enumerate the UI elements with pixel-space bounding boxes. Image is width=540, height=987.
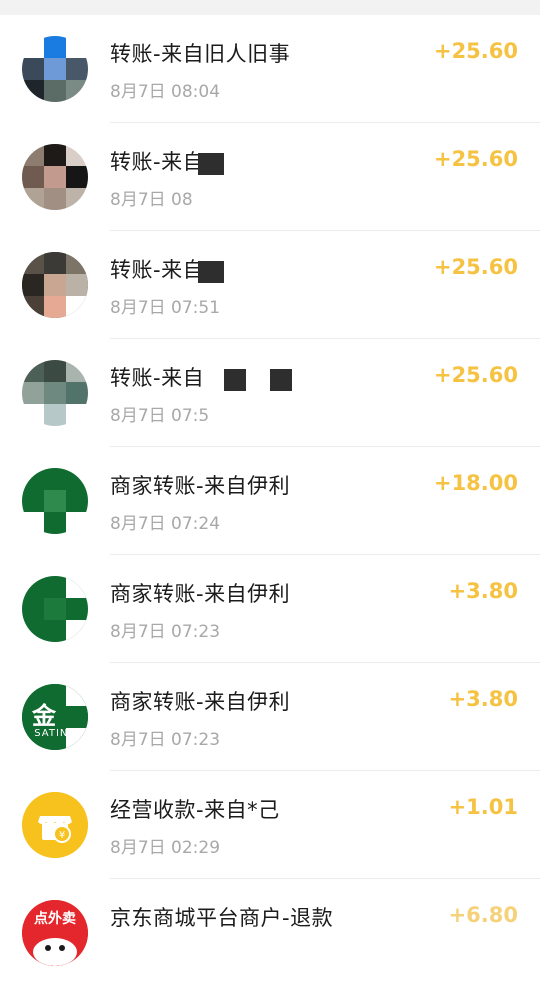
transaction-row[interactable]: 转账-来自 8月7日 08 +25.60	[0, 123, 540, 231]
transaction-row[interactable]: 转账-来自 8月7日 07:5 +25.60	[0, 339, 540, 447]
redaction-block	[224, 369, 246, 391]
transaction-amount: +25.60	[433, 363, 518, 387]
transaction-amount: +25.60	[433, 147, 518, 171]
yili-logo-avatar	[22, 468, 88, 534]
redaction-block	[198, 261, 224, 283]
transaction-date: 8月7日 08:04	[110, 82, 221, 102]
transaction-title: 转账-来自	[110, 150, 205, 174]
transaction-amount: +3.80	[448, 579, 518, 603]
transaction-row[interactable]: 商家转账-来自伊利 8月7日 07:23 +3.80	[0, 555, 540, 663]
transaction-date: 8月7日 07:23	[110, 622, 221, 642]
satine-logo-avatar: 金 SATINE	[22, 684, 88, 750]
transaction-title: 经营收款-来自*己	[110, 798, 280, 822]
transaction-amount: +3.80	[448, 687, 518, 711]
transaction-row[interactable]: 金 SATINE 商家转账-来自伊利 8月7日 07:23 +3.80	[0, 663, 540, 771]
transaction-row[interactable]: ¥ 经营收款-来自*己 8月7日 02:29 +1.01	[0, 771, 540, 879]
user-photo-avatar	[22, 252, 88, 318]
transaction-amount: +25.60	[433, 39, 518, 63]
transaction-row[interactable]: 转账-来自 8月7日 07:51 +25.60	[0, 231, 540, 339]
transaction-row[interactable]: 点外卖 京东商城平台商户-退款 +6.80	[0, 879, 540, 987]
redaction-block	[198, 153, 224, 175]
transaction-date: 8月7日 07:23	[110, 730, 221, 750]
transaction-title: 商家转账-来自伊利	[110, 474, 291, 498]
transaction-date: 8月7日 07:51	[110, 298, 221, 318]
transaction-date: 8月7日 07:24	[110, 514, 221, 534]
brand-label: 点外卖	[34, 911, 76, 927]
transaction-title: 转账-来自	[110, 258, 205, 282]
redaction-block	[270, 369, 292, 391]
transaction-title: 商家转账-来自伊利	[110, 582, 291, 606]
top-strip	[0, 0, 540, 15]
transaction-amount: +18.00	[433, 471, 518, 495]
transaction-title: 商家转账-来自伊利	[110, 690, 291, 714]
merchant-payment-icon: ¥	[22, 792, 88, 858]
transaction-title: 转账-来自	[110, 366, 205, 390]
transaction-row[interactable]: 转账-来自旧人旧事 8月7日 08:04 +25.60	[0, 15, 540, 123]
transaction-amount: +6.80	[448, 903, 518, 927]
transaction-date: 8月7日 07:5	[110, 406, 210, 426]
transaction-title: 转账-来自旧人旧事	[110, 42, 291, 66]
svg-text:¥: ¥	[59, 830, 65, 841]
transaction-row[interactable]: 商家转账-来自伊利 8月7日 07:24 +18.00	[0, 447, 540, 555]
user-photo-avatar	[22, 36, 88, 102]
transaction-list: 转账-来自旧人旧事 8月7日 08:04 +25.60 转账-来自 8月7日 0…	[0, 15, 540, 987]
yili-logo-avatar	[22, 576, 88, 642]
transaction-date: 8月7日 08	[110, 190, 193, 210]
user-photo-avatar	[22, 360, 88, 426]
transaction-amount: +1.01	[448, 795, 518, 819]
user-photo-avatar	[22, 144, 88, 210]
transaction-amount: +25.60	[433, 255, 518, 279]
transaction-title: 京东商城平台商户-退款	[110, 906, 334, 930]
brand-glyph: 金	[32, 701, 56, 730]
jd-food-delivery-logo: 点外卖	[22, 900, 88, 966]
brand-label: SATINE	[34, 728, 76, 739]
transaction-date: 8月7日 02:29	[110, 838, 221, 858]
